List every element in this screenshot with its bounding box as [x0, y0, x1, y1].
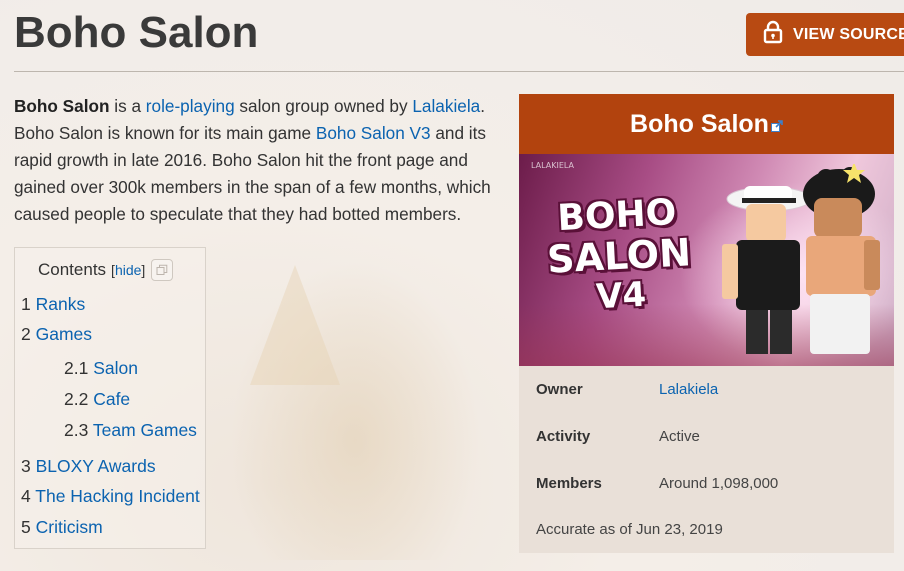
intro-paragraph: Boho Salon is a role-playing salon group… [14, 93, 509, 228]
toc-link[interactable]: Team Games [93, 420, 197, 440]
toc-item-salon[interactable]: 2.1 Salon [64, 358, 138, 379]
toc-number: 2 [21, 324, 31, 344]
link-owner[interactable]: Lalakiela [412, 96, 480, 116]
toc-item-cafe[interactable]: 2.2 Cafe [64, 389, 130, 410]
link-main-game[interactable]: Boho Salon V3 [316, 123, 431, 143]
page-title: Boho Salon [14, 8, 259, 57]
owner-label: Owner [536, 381, 583, 398]
infobox-title-text: Boho Salon [630, 109, 769, 138]
toc-number: 2.1 [64, 358, 89, 378]
link-role-playing[interactable]: role-playing [146, 96, 235, 116]
toc-number: 4 [21, 486, 31, 506]
toc-item-team-games[interactable]: 2.3 Team Games [64, 420, 197, 441]
intro-text: salon group owned by [234, 96, 413, 116]
toc-number: 3 [21, 456, 31, 476]
intro-bold-name: Boho Salon [14, 96, 110, 116]
toc-header: Contents [hide] [38, 259, 174, 281]
infobox: Boho Salon LALAKIELA BOHO SALON V4 Owner… [519, 94, 894, 553]
owner-value-link[interactable]: Lalakiela [659, 381, 718, 398]
background-hat [250, 265, 340, 385]
toc-link[interactable]: Games [36, 324, 92, 344]
activity-value: Active [659, 428, 700, 445]
table-of-contents: Contents [hide] 1 Ranks 2 Games 2.1 Salo… [14, 247, 206, 549]
toc-heading: Contents [38, 260, 107, 279]
image-logo-text: BOHO SALON V4 [536, 192, 702, 320]
toc-link[interactable]: Cafe [93, 389, 130, 409]
toc-link[interactable]: The Hacking Incident [35, 486, 199, 506]
toc-link[interactable]: BLOXY Awards [36, 456, 156, 476]
intro-text: is a [109, 96, 146, 116]
toc-number: 1 [21, 294, 31, 314]
toc-hide-link[interactable]: hide [115, 262, 141, 278]
image-watermark: LALAKIELA [531, 161, 574, 170]
toc-link[interactable]: Ranks [36, 294, 86, 314]
view-source-button[interactable]: VIEW SOURCE [746, 13, 904, 56]
accuracy-footnote: Accurate as of Jun 23, 2019 [536, 521, 723, 538]
copy-icon[interactable] [151, 259, 174, 281]
image-text-line: SALON [546, 230, 692, 282]
infobox-title[interactable]: Boho Salon [519, 94, 894, 154]
toc-link[interactable]: Criticism [36, 517, 103, 537]
lock-icon [763, 20, 793, 49]
activity-label: Activity [536, 428, 591, 445]
toc-item-hacking-incident[interactable]: 4 The Hacking Incident [21, 486, 200, 507]
toc-item-bloxy-awards[interactable]: 3 BLOXY Awards [21, 456, 156, 477]
toc-item-games[interactable]: 2 Games [21, 324, 92, 345]
toc-number: 5 [21, 517, 31, 537]
toc-hide-toggle: [hide] [111, 262, 145, 278]
members-label: Members [536, 475, 602, 492]
infobox-image[interactable]: LALAKIELA BOHO SALON V4 [519, 154, 894, 366]
view-source-label: VIEW SOURCE [793, 25, 904, 43]
toc-item-criticism[interactable]: 5 Criticism [21, 517, 103, 538]
toc-number: 2.3 [64, 420, 89, 440]
toc-bracket: ] [141, 262, 146, 278]
avatar-characters-illustration [722, 164, 880, 354]
title-divider [14, 71, 904, 72]
external-link-icon [769, 110, 783, 139]
toc-item-ranks[interactable]: 1 Ranks [21, 294, 85, 315]
members-value: Around 1,098,000 [659, 475, 779, 492]
toc-number: 2.2 [64, 389, 89, 409]
toc-link[interactable]: Salon [93, 358, 138, 378]
